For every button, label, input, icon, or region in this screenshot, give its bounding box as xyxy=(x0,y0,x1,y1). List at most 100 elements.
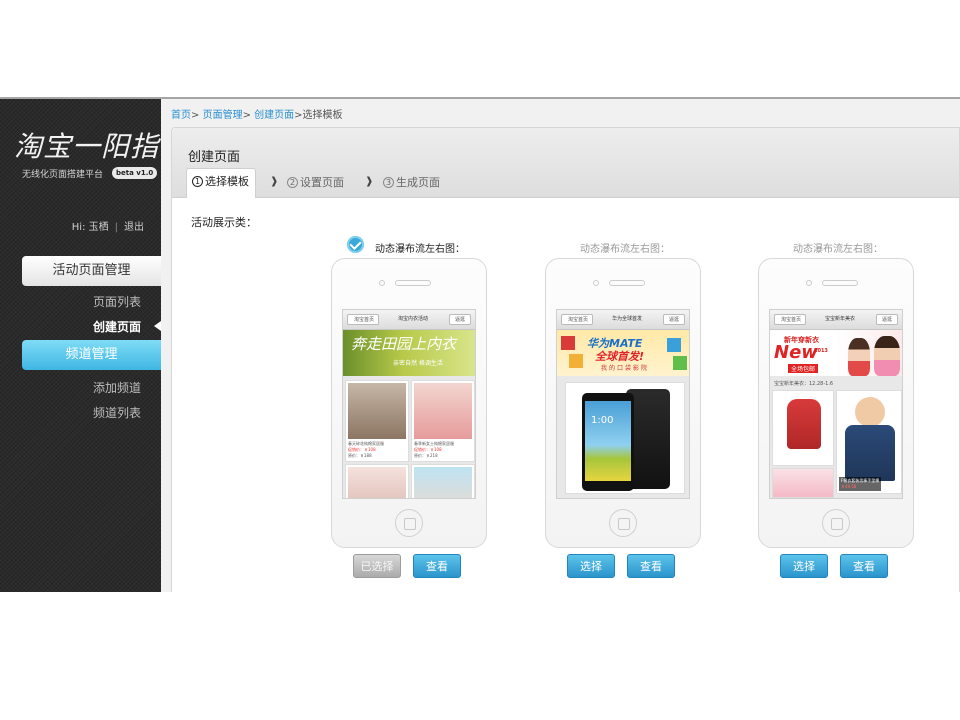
gallery-item: 春季新女士纯棉家居服 促销价：￥108 原价：￥218 xyxy=(411,380,475,462)
nav-item-create-page[interactable]: 创建页面 xyxy=(0,318,141,335)
product-original-price: 原价：￥188 xyxy=(348,453,372,458)
template-view-button[interactable]: 查看 xyxy=(413,554,461,578)
nav-item-channel-list[interactable]: 频道列表 xyxy=(0,404,141,421)
template-title: 动态瀑布流左右图： xyxy=(375,244,465,255)
breadcrumb-sep: > xyxy=(191,110,200,121)
step-tab-page-settings[interactable]: 2 设置页面 xyxy=(287,176,344,190)
camera-icon xyxy=(379,280,385,286)
decor-shape xyxy=(561,336,575,350)
product-image xyxy=(348,467,406,498)
template-view-button[interactable]: 查看 xyxy=(627,554,675,578)
screen-back-button: 淘宝首页 xyxy=(561,314,594,325)
step-label: 生成页面 xyxy=(396,176,440,189)
product-image xyxy=(348,383,406,439)
screen-title: 淘宝内衣活动 xyxy=(397,316,428,322)
banner-subheadline: 全球首发! xyxy=(595,350,645,363)
user-bar: Hi: 玉栖 | 退出 xyxy=(0,218,144,233)
screen-topbar: 淘宝首页 淘宝内衣活动 逼逛 xyxy=(343,310,475,330)
product-original-price: 原价：￥218 xyxy=(414,453,438,458)
screen-action-button: 逼逛 xyxy=(449,314,471,325)
home-button-icon xyxy=(822,509,850,537)
active-caret-icon xyxy=(154,321,161,331)
chevron-right-icon: ❱ xyxy=(365,176,374,187)
nav-group-channel-management[interactable]: 频道管理 xyxy=(22,340,161,370)
banner-headline: 奔走田园上内衣 xyxy=(351,335,457,353)
sidebar: 淘宝一阳指 无线化页面搭建平台 beta v1.0 Hi: 玉栖 | 退出 活动页面… xyxy=(0,99,161,592)
product-image: 1:00 xyxy=(565,382,685,494)
nav-item-page-list[interactable]: 页面列表 xyxy=(0,293,141,310)
phone-clock: 1:00 xyxy=(591,415,614,426)
screen-topbar: 淘宝首页 华为全球首发 逼逛 xyxy=(557,310,689,330)
product-image xyxy=(414,383,472,439)
product-caption: 春天碎花纯棉家居服 促销价：￥108 原价：￥188 xyxy=(348,441,384,459)
logout-link[interactable]: 退出 xyxy=(124,222,144,233)
screen-back-button: 淘宝首页 xyxy=(347,314,380,325)
breadcrumb-create-page[interactable]: 创建页面 xyxy=(254,110,294,121)
speaker-icon xyxy=(822,280,858,286)
create-page-panel: 创建页面 1 选择模板 ❱ 2 设置页面 ❱ 3 生成页面 活动展示类： 动态瀑布流左… xyxy=(171,127,960,592)
phone-front-shape: 1:00 xyxy=(582,393,634,491)
product-image xyxy=(772,468,834,498)
screen-topbar: 淘宝首页 宝宝新年美衣 逼逛 xyxy=(770,310,902,330)
child-face xyxy=(855,397,885,427)
phone-screen: 淘宝首页 华为全球首发 逼逛 华为MATE 全球首发! 我的口袋影院 1:00 xyxy=(556,309,690,499)
step-tab-select-template[interactable]: 1 选择模板 xyxy=(186,168,256,198)
phone-screen: 淘宝首页 宝宝新年美衣 逼逛 新年穿新衣 New 2013 全场包邮 宝宝新年美… xyxy=(769,309,903,499)
screen-banner: 华为MATE 全球首发! 我的口袋影院 xyxy=(557,330,689,376)
template-title: 动态瀑布流左右图： xyxy=(580,244,670,255)
template-select-button[interactable]: 选择 xyxy=(567,554,615,578)
nav-group-page-management[interactable]: 活动页面管理 xyxy=(22,256,161,286)
screen-title: 华为全球首发 xyxy=(611,316,642,322)
product-price: ￥49.58 xyxy=(841,484,857,489)
nav-item-add-channel[interactable]: 添加频道 xyxy=(0,379,141,396)
breadcrumb-home[interactable]: 首页 xyxy=(171,110,191,121)
app-window: 淘宝一阳指 无线化页面搭建平台 beta v1.0 Hi: 玉栖 | 退出 活动页面… xyxy=(0,97,960,592)
main-content: 首页> 页面管理> 创建页面>选择模板 创建页面 1 选择模板 ❱ 2 设置页面 ❱… xyxy=(161,99,960,592)
child-photo xyxy=(848,338,870,376)
jacket-shape xyxy=(787,399,821,449)
product-image xyxy=(414,467,472,498)
banner-badge: 全场包邮 xyxy=(788,364,819,373)
screen-title: 宝宝新年美衣 xyxy=(824,316,855,322)
child-photo xyxy=(874,336,900,376)
screen-banner: 新年穿新衣 New 2013 全场包邮 xyxy=(770,330,902,376)
screen-action-button: 逼逛 xyxy=(876,314,898,325)
checkmark-icon[interactable] xyxy=(347,236,364,253)
product-image xyxy=(772,390,834,466)
breadcrumb-sep: > xyxy=(294,110,303,121)
template-selected-button[interactable]: 已选择 xyxy=(353,554,401,578)
template-view-button[interactable]: 查看 xyxy=(840,554,888,578)
app-logo: 淘宝一阳指 xyxy=(14,130,160,163)
phone-preview[interactable]: 淘宝首页 华为全球首发 逼逛 华为MATE 全球首发! 我的口袋影院 1:00 xyxy=(545,258,701,548)
section-label: 活动展示类： xyxy=(191,216,257,229)
template-select-button[interactable]: 选择 xyxy=(780,554,828,578)
speaker-icon xyxy=(609,280,645,286)
screen-back-button: 淘宝首页 xyxy=(774,314,807,325)
panel-title: 创建页面 xyxy=(188,150,241,165)
decor-shape xyxy=(569,354,583,368)
step-tab-generate-page[interactable]: 3 生成页面 xyxy=(383,176,440,190)
step-number: 1 xyxy=(192,176,203,187)
divider: | xyxy=(114,222,118,233)
breadcrumb: 首页> 页面管理> 创建页面>选择模板 xyxy=(171,106,343,121)
phone-display: 1:00 xyxy=(585,401,631,481)
chevron-right-icon: ❱ xyxy=(270,176,279,187)
decor-shape xyxy=(667,338,681,352)
screen-banner: 奔走田园上内衣 亲密自然 格调生活 xyxy=(343,330,475,376)
home-button-icon xyxy=(609,509,637,537)
speaker-icon xyxy=(395,280,431,286)
gallery-item xyxy=(345,464,409,498)
step-number: 2 xyxy=(287,177,298,188)
product-image: F棉衣套装男棒手里棉 ￥49.58 xyxy=(836,390,902,494)
banner-headline: New xyxy=(774,342,818,363)
camera-icon xyxy=(593,280,599,286)
step-label: 选择模板 xyxy=(205,175,249,188)
phone-preview[interactable]: 淘宝首页 宝宝新年美衣 逼逛 新年穿新衣 New 2013 全场包邮 宝宝新年美… xyxy=(758,258,914,548)
breadcrumb-page-management[interactable]: 页面管理 xyxy=(203,110,243,121)
sweater-shape xyxy=(845,425,895,481)
app-subtitle: 无线化页面搭建平台 xyxy=(22,170,104,180)
product-caption: F棉衣套装男棒手里棉 ￥49.58 xyxy=(839,477,882,491)
phone-preview[interactable]: 淘宝首页 淘宝内衣活动 逼逛 奔走田园上内衣 亲密自然 格调生活 春天碎花纯棉家… xyxy=(331,258,487,548)
gallery-item: 春天碎花纯棉家居服 促销价：￥108 原价：￥188 xyxy=(345,380,409,462)
breadcrumb-sep: > xyxy=(242,110,251,121)
